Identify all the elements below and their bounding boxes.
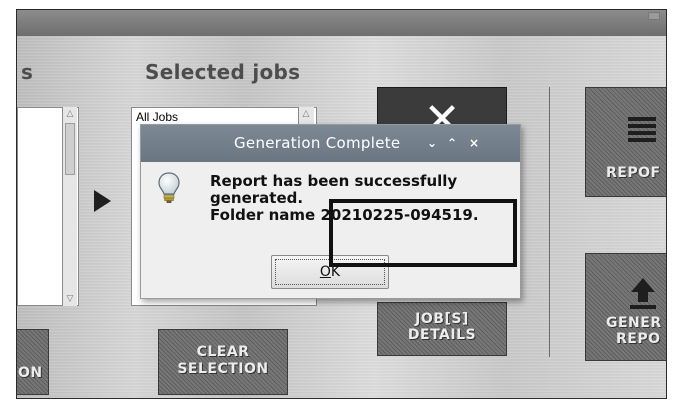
available-jobs-scrollbar[interactable]: △ ▽ [62,107,77,306]
left-partial-button[interactable]: ON [17,329,49,395]
scroll-up-icon[interactable]: △ [300,108,312,120]
folder-name-label: Folder name [210,206,316,224]
vertical-divider [549,87,550,357]
lightbulb-icon [158,172,180,203]
left-panel-heading: s [21,60,34,84]
maximize-icon[interactable]: ⌃ [445,134,459,152]
window-corner-icon[interactable] [648,12,660,20]
job-details-label-line1: JOB[S] [415,311,469,327]
top-bar [17,10,666,36]
report-button[interactable]: REPOF [585,87,666,197]
job-details-label-line2: DETAILS [407,327,477,343]
list-icon [628,117,656,147]
list-item[interactable]: All Jobs [136,110,178,124]
clear-selection-label-line2: SELECTION [177,361,269,377]
left-button-label: ON [18,365,43,381]
scroll-down-icon[interactable]: ▽ [64,293,76,305]
dialog-title: Generation Complete [234,134,401,152]
clear-selection-label-line1: CLEAR [196,344,250,360]
upload-icon [630,278,656,309]
selected-jobs-heading: Selected jobs [145,60,301,84]
message-line: Report has been successfully [210,172,458,190]
minimize-icon[interactable]: ⌄ [425,134,439,152]
clear-selection-button[interactable]: CLEAR SELECTION [158,329,288,395]
generate-button-label-line1: GENER [606,315,662,331]
report-button-label: REPOF [606,165,661,181]
job-details-button[interactable]: JOB[S] DETAILS [377,302,507,356]
generate-report-button[interactable]: GENER REPO [585,253,666,361]
scrollbar-thumb[interactable] [65,123,75,175]
close-icon[interactable]: × [467,134,481,152]
scroll-up-icon[interactable]: △ [64,108,76,120]
dialog-titlebar[interactable]: Generation Complete ⌄ ⌃ × [141,125,520,162]
generate-button-label-line2: REPO [616,331,661,347]
arrow-right-icon[interactable] [94,190,111,212]
annotation-highlight-box [329,199,517,267]
